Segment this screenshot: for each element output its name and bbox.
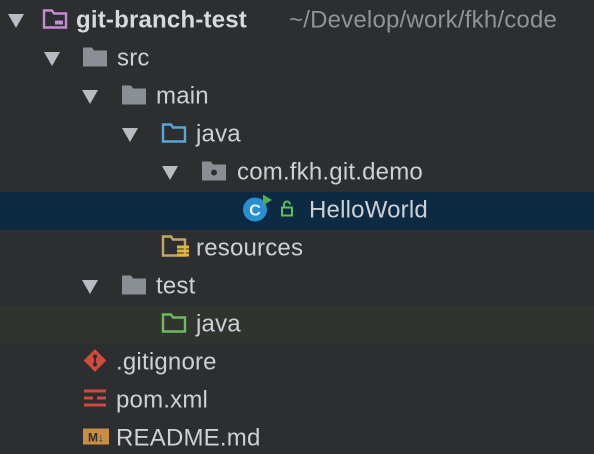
folder-label-test: test [156,272,196,300]
svg-text:M↓: M↓ [88,431,104,445]
tree-row-package[interactable]: com.fkh.git.demo [0,154,594,192]
project-path: ~/Develop/work/fkh/code [289,6,558,34]
project-folder-icon [42,8,68,35]
folder-icon [121,274,147,301]
test-source-folder-icon [161,312,187,339]
folder-label-main: main [156,82,209,110]
tree-row-gitignore[interactable]: .gitignore [0,344,594,382]
tree-row-main[interactable]: main [0,78,594,116]
class-label-helloworld: HelloWorld [309,196,428,224]
expand-arrow[interactable] [162,166,178,180]
tree-row-pom[interactable]: pom.xml [0,382,594,420]
resources-folder-icon [161,234,191,265]
maven-icon [83,387,107,416]
folder-icon [82,46,108,73]
tree-row-helloworld[interactable]: C HelloWorld [0,192,594,230]
expand-arrow[interactable] [82,90,98,104]
lock-icon [279,200,297,223]
expand-arrow[interactable] [122,128,138,142]
project-tree: git-branch-test ~/Develop/work/fkh/code … [0,0,594,454]
folder-label-resources: resources [196,234,304,262]
java-class-icon: C [241,194,275,229]
package-label: com.fkh.git.demo [237,158,423,186]
folder-label-src: src [117,44,150,72]
expand-arrow[interactable] [82,280,98,294]
tree-row-main-java[interactable]: java [0,116,594,154]
svg-text:C: C [249,203,261,220]
file-label-pom: pom.xml [116,386,209,414]
file-label-readme: README.md [116,424,261,452]
tree-row-test[interactable]: test [0,268,594,306]
folder-label-java: java [196,120,241,148]
expand-arrow[interactable] [8,14,24,28]
expand-arrow[interactable] [44,52,60,66]
tree-row-resources[interactable]: resources [0,230,594,268]
package-icon [201,160,227,187]
tree-row-test-java[interactable]: java [0,306,594,344]
folder-icon [121,84,147,111]
tree-row-project-root[interactable]: git-branch-test ~/Develop/work/fkh/code [0,2,594,40]
tree-row-readme[interactable]: M↓ README.md [0,420,594,454]
markdown-icon: M↓ [82,426,110,453]
source-folder-icon [161,122,187,149]
file-label-gitignore: .gitignore [116,348,217,376]
project-name: git-branch-test [76,6,247,34]
tree-row-src[interactable]: src [0,40,594,78]
folder-label-test-java: java [196,310,241,338]
git-icon [82,348,108,379]
